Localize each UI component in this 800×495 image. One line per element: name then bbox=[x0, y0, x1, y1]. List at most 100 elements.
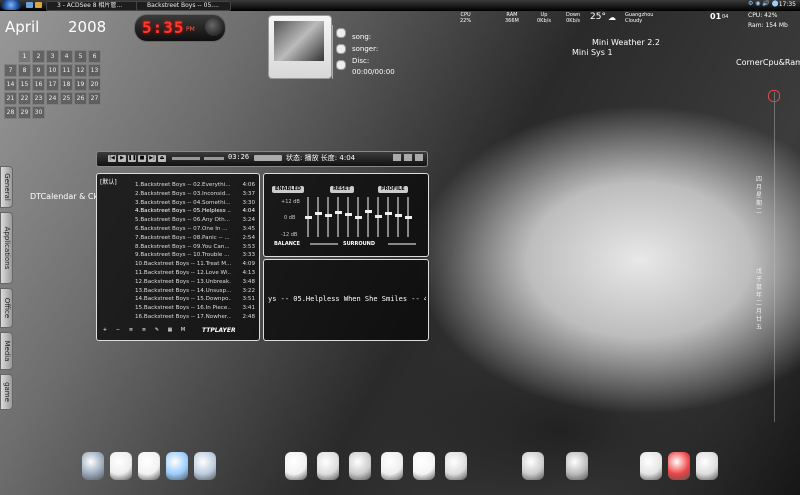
calendar-day[interactable]: 3 bbox=[46, 50, 59, 63]
calendar-day[interactable]: 4 bbox=[60, 50, 73, 63]
calendar-day[interactable]: 13 bbox=[88, 64, 101, 77]
calendar-day[interactable]: 24 bbox=[46, 92, 59, 105]
playlist-track[interactable]: 1.Backstreet Boys -- 02.Everythi... 4:06 bbox=[135, 181, 255, 190]
playlist-tool-button[interactable]: ≡ bbox=[139, 327, 149, 333]
playlist-track[interactable]: 16.Backstreet Boys -- 17.Nowher... 2:48 bbox=[135, 313, 255, 322]
taskbar-clock[interactable]: 17:35 bbox=[779, 1, 796, 9]
quicklaunch-icon[interactable] bbox=[35, 2, 42, 8]
eq-band-slider[interactable] bbox=[394, 197, 402, 237]
playlist-track[interactable]: 2.Backstreet Boys -- 03.Inconsid... 3:37 bbox=[135, 190, 255, 199]
prev-button[interactable]: |◀ bbox=[108, 155, 116, 162]
calendar-day[interactable]: 14 bbox=[4, 78, 17, 91]
playlist-tool-button[interactable]: ▦ bbox=[165, 327, 175, 333]
calendar-day[interactable]: 18 bbox=[60, 78, 73, 91]
eq-band-slider[interactable] bbox=[374, 197, 382, 237]
calendar-day[interactable]: 9 bbox=[32, 64, 45, 77]
router-icon[interactable] bbox=[317, 452, 339, 480]
calendar-day[interactable]: 1 bbox=[18, 50, 31, 63]
computer-icon[interactable] bbox=[82, 452, 104, 480]
playlist-track[interactable]: 11.Backstreet Boys -- 12.Love Wi... 4:13 bbox=[135, 269, 255, 278]
eq-slider-knob[interactable] bbox=[394, 213, 402, 217]
playlist-track[interactable]: 3.Backstreet Boys -- 04.Somethi... 3:30 bbox=[135, 199, 255, 208]
calendar-day[interactable]: 25 bbox=[60, 92, 73, 105]
playlist-tool-button[interactable]: M bbox=[178, 327, 188, 333]
next-icon[interactable] bbox=[336, 44, 346, 54]
eq-slider-knob[interactable] bbox=[374, 214, 382, 218]
calendar-day[interactable]: 6 bbox=[88, 50, 101, 63]
calendar-day[interactable]: 30 bbox=[32, 106, 45, 119]
calendar-day[interactable]: 17 bbox=[46, 78, 59, 91]
playlist-track[interactable]: 8.Backstreet Boys -- 09.You Can... 3:53 bbox=[135, 243, 255, 252]
calendar-day[interactable]: 11 bbox=[60, 64, 73, 77]
playlist-tool-button[interactable]: + bbox=[100, 327, 110, 333]
calendar-day[interactable]: 2 bbox=[32, 50, 45, 63]
calendar-day[interactable]: 5 bbox=[74, 50, 87, 63]
playlist-track[interactable]: 10.Backstreet Boys -- 11.Treat M... 4:09 bbox=[135, 260, 255, 269]
calendar-day[interactable]: 12 bbox=[74, 64, 87, 77]
playlist-tool-button[interactable]: − bbox=[113, 327, 123, 333]
globe-icon[interactable] bbox=[166, 452, 188, 480]
eq-slider-knob[interactable] bbox=[324, 213, 332, 217]
seek-slider[interactable] bbox=[172, 157, 200, 160]
maximize-icon[interactable] bbox=[404, 154, 412, 161]
eq-slider-knob[interactable] bbox=[304, 215, 312, 219]
play-button[interactable]: ▶ bbox=[118, 155, 126, 162]
eq-band-slider[interactable] bbox=[304, 197, 312, 237]
surround-slider[interactable] bbox=[388, 243, 416, 245]
playlist-track[interactable]: 15.Backstreet Boys -- 16.In Piece... 3:41 bbox=[135, 304, 255, 313]
calendar-day[interactable]: 28 bbox=[4, 106, 17, 119]
tray-icons[interactable]: ⚙ ◉ 🔊 ⬤ bbox=[748, 0, 779, 7]
calendar-day[interactable]: 10 bbox=[46, 64, 59, 77]
tools-icon[interactable] bbox=[640, 452, 662, 480]
taskbar-item-acdsee[interactable]: 3 - ACDSee 8 相片管... bbox=[46, 1, 139, 11]
next-button[interactable]: ▶| bbox=[148, 155, 156, 162]
stop-button[interactable]: ■ bbox=[138, 155, 146, 162]
eq-reset-button[interactable]: RESET bbox=[330, 186, 354, 193]
calendar-day[interactable]: 19 bbox=[74, 78, 87, 91]
playlist-track[interactable]: 4.Backstreet Boys -- 05.Helpless ... 4:04 bbox=[135, 207, 255, 216]
eq-band-slider[interactable] bbox=[334, 197, 342, 237]
joystick-icon[interactable] bbox=[522, 452, 544, 480]
eject-button[interactable]: ⏏ bbox=[158, 155, 166, 162]
eq-enabled-button[interactable]: ENABLED bbox=[272, 186, 305, 193]
camera-icon[interactable] bbox=[445, 452, 467, 480]
playlist-track[interactable]: 13.Backstreet Boys -- 14.Unsusp... 3:22 bbox=[135, 287, 255, 296]
calendar-day[interactable]: 20 bbox=[88, 78, 101, 91]
eq-slider-knob[interactable] bbox=[344, 213, 352, 217]
calendar-day[interactable]: 26 bbox=[74, 92, 87, 105]
ipod-icon[interactable] bbox=[381, 452, 403, 480]
playlist-track[interactable]: 9.Backstreet Boys -- 10.Trouble ... 3:33 bbox=[135, 251, 255, 260]
play-icon[interactable] bbox=[336, 28, 346, 38]
mouse-icon[interactable] bbox=[138, 452, 160, 480]
eq-band-slider[interactable] bbox=[364, 197, 372, 237]
eq-slider-knob[interactable] bbox=[364, 209, 372, 213]
eq-band-slider[interactable] bbox=[344, 197, 352, 237]
mouse-icon[interactable] bbox=[285, 452, 307, 480]
close-icon[interactable] bbox=[696, 452, 718, 480]
pause-button[interactable]: ❚❚ bbox=[128, 155, 136, 162]
quicklaunch-icon[interactable] bbox=[26, 2, 33, 8]
volume-slider[interactable] bbox=[204, 157, 224, 160]
eq-band-slider[interactable] bbox=[384, 197, 392, 237]
clock-knob-icon[interactable] bbox=[205, 18, 223, 36]
balance-slider[interactable] bbox=[310, 243, 338, 245]
eq-slider-knob[interactable] bbox=[384, 211, 392, 215]
playlist-track[interactable]: 7.Backstreet Boys -- 08.Panic -- ... 2:54 bbox=[135, 234, 255, 243]
gamepad-icon[interactable] bbox=[566, 452, 588, 480]
calendar-day[interactable]: 15 bbox=[18, 78, 31, 91]
close-icon[interactable] bbox=[415, 154, 423, 161]
document-icon[interactable] bbox=[110, 452, 132, 480]
playlist-track[interactable]: 12.Backstreet Boys -- 13.Unbreak... 3:48 bbox=[135, 278, 255, 287]
calendar-day[interactable]: 29 bbox=[18, 106, 31, 119]
eq-slider-knob[interactable] bbox=[314, 212, 322, 216]
eq-slider-knob[interactable] bbox=[354, 215, 362, 219]
eq-profile-button[interactable]: PROFILE bbox=[378, 186, 408, 193]
eq-slider-knob[interactable] bbox=[334, 210, 342, 214]
playlist-track[interactable]: 5.Backstreet Boys -- 06.Any Oth... 3:24 bbox=[135, 216, 255, 225]
calendar-day[interactable]: 21 bbox=[4, 92, 17, 105]
disc-icon[interactable] bbox=[413, 452, 435, 480]
eq-band-slider[interactable] bbox=[324, 197, 332, 237]
playlist-track[interactable]: 14.Backstreet Boys -- 15.Downpo... 3:51 bbox=[135, 295, 255, 304]
playlist-track[interactable]: 6.Backstreet Boys -- 07.One In ... 3:45 bbox=[135, 225, 255, 234]
side-tab-general[interactable]: General bbox=[0, 166, 13, 208]
